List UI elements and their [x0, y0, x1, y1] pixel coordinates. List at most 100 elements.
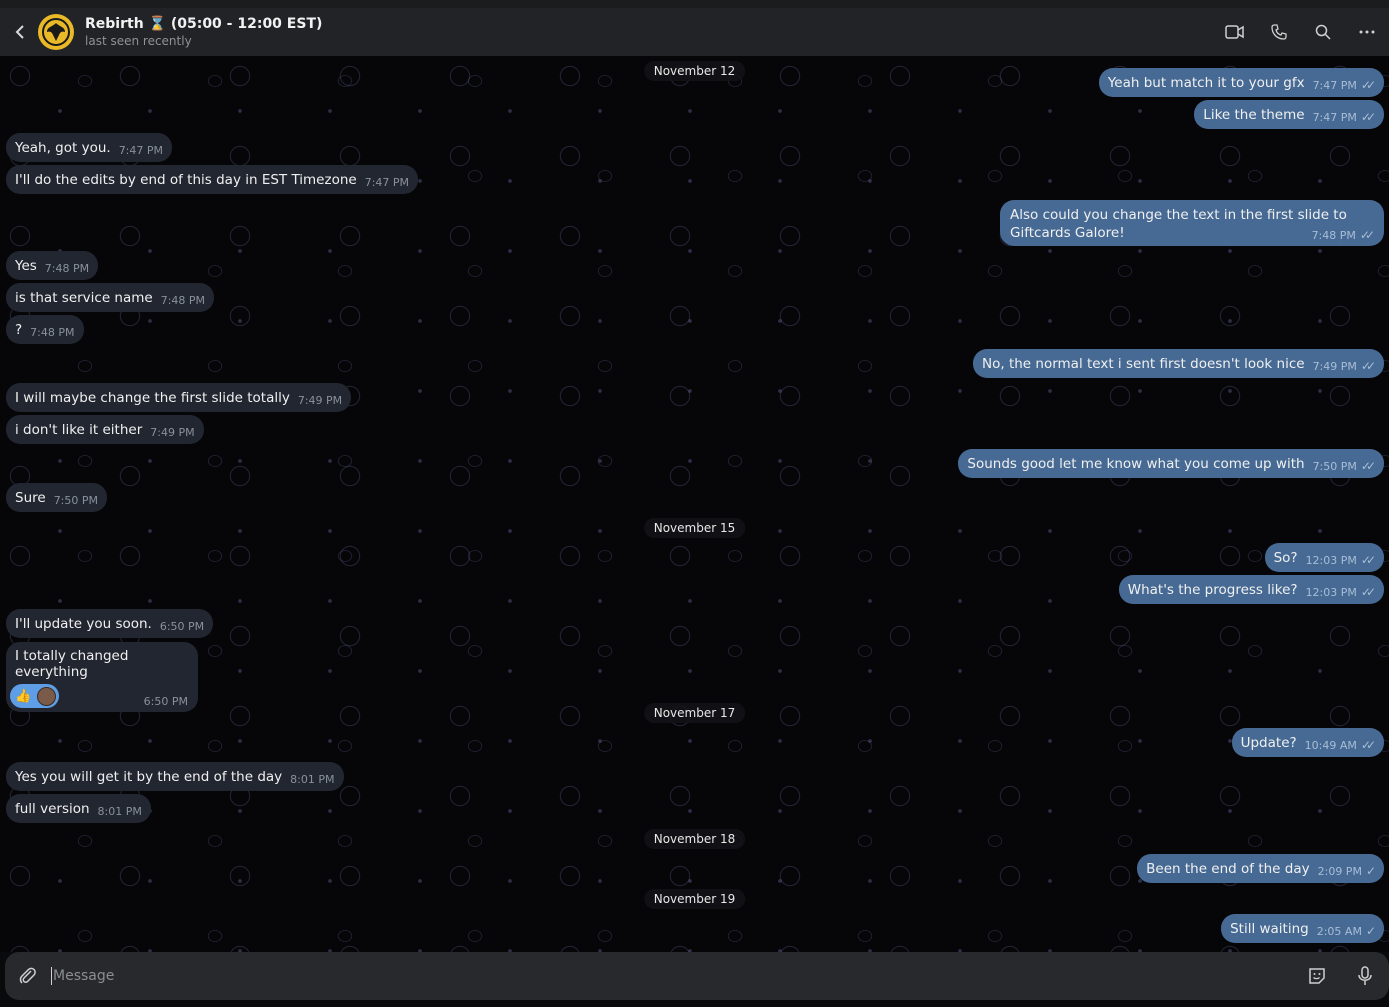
message-outgoing[interactable]: Yeah but match it to your gfx 7:47 PM ✓✓ [1098, 68, 1384, 97]
message-time: 7:50 PM [1312, 459, 1357, 473]
message-incoming[interactable]: i don't like it either 7:49 PM [6, 415, 204, 444]
read-check-icon: ✓✓ [1360, 458, 1376, 473]
attach-button[interactable] [5, 966, 51, 986]
message-incoming[interactable]: Yeah, got you. 7:47 PM [6, 133, 173, 162]
video-call-icon [1225, 25, 1244, 39]
voice-message-button[interactable] [1341, 966, 1389, 986]
message-time: 7:48 PM [30, 325, 75, 339]
message-time: 7:47 PM [1312, 78, 1357, 92]
message-outgoing[interactable]: Update? 10:49 AM ✓✓ [1231, 728, 1384, 757]
message-time: 7:49 PM [150, 425, 195, 439]
read-check-icon: ✓✓ [1360, 737, 1376, 752]
message-time: 8:01 PM [97, 804, 142, 818]
message-time: 7:47 PM [364, 175, 410, 189]
date-separator: November 17 [643, 703, 746, 723]
message-input[interactable] [51, 967, 1293, 985]
read-check-icon: ✓✓ [1360, 77, 1376, 92]
video-call-button[interactable] [1213, 8, 1257, 56]
message-incoming[interactable]: I'll do the edits by end of this day in … [6, 165, 419, 194]
message-text: I totally changed everything [15, 648, 129, 680]
message-time: 12:03 PM [1305, 553, 1357, 567]
chat-status: last seen recently [85, 34, 192, 48]
message-incoming[interactable]: I totally changed everything 👍 6:50 PM [6, 642, 198, 712]
microphone-icon [1358, 966, 1372, 985]
message-text: I'll update you soon. [15, 615, 152, 632]
read-check-icon: ✓✓ [1360, 584, 1376, 599]
sticker-icon [1309, 968, 1325, 984]
date-separator: November 15 [643, 518, 746, 538]
more-icon [1359, 30, 1375, 34]
message-outgoing[interactable]: What's the progress like? 12:03 PM ✓✓ [1118, 575, 1384, 604]
message-time: 2:05 AM [1316, 924, 1362, 938]
message-time: 7:47 PM [118, 143, 164, 157]
message-time: 7:48 PM [44, 261, 90, 275]
date-separator: November 12 [643, 61, 746, 81]
message-incoming[interactable]: is that service name 7:48 PM [6, 283, 215, 312]
message-time: 8:01 PM [290, 772, 335, 786]
message-incoming[interactable]: Yes you will get it by the end of the da… [6, 762, 344, 791]
message-text: Yeah, got you. [15, 139, 111, 156]
message-text: Still waiting [1230, 920, 1309, 937]
message-time: 7:49 PM [297, 393, 343, 407]
message-time: 10:49 AM [1304, 738, 1357, 752]
window-top-strip [0, 0, 1389, 8]
message-time: 6:50 PM [143, 695, 188, 708]
reaction-badge[interactable]: 👍 [10, 684, 60, 708]
message-text: I will maybe change the first slide tota… [15, 389, 290, 406]
read-check-icon: ✓✓ [1360, 552, 1376, 567]
message-text: ? [15, 321, 23, 338]
message-time: 7:48 PM [160, 293, 206, 307]
message-composer [5, 952, 1389, 1000]
message-time: 7:50 PM [53, 493, 99, 507]
message-text: What's the progress like? [1127, 581, 1298, 598]
message-time: 7:47 PM [1312, 110, 1357, 124]
message-outgoing[interactable]: No, the normal text i sent first doesn't… [973, 349, 1384, 378]
read-check-icon: ✓✓ [1360, 358, 1376, 373]
message-text: Sure [15, 489, 46, 506]
message-outgoing[interactable]: Been the end of the day 2:09 PM ✓ [1137, 854, 1384, 883]
more-button[interactable] [1345, 8, 1389, 56]
read-check-icon: ✓✓ [1359, 228, 1375, 242]
message-text: So? [1273, 549, 1298, 566]
reactor-avatar [37, 686, 57, 706]
message-time: 7:49 PM [1312, 359, 1357, 373]
message-time: 7:48 PM [1311, 229, 1356, 242]
phoenix-logo-icon [42, 18, 70, 46]
phone-icon [1271, 24, 1287, 40]
date-separator: November 18 [643, 829, 746, 849]
message-time: 6:50 PM [159, 619, 205, 633]
message-incoming[interactable]: I will maybe change the first slide tota… [6, 383, 352, 412]
thumbs-up-icon: 👍 [15, 688, 32, 704]
message-outgoing[interactable]: Sounds good let me know what you come up… [958, 449, 1384, 478]
message-text: Like the theme [1203, 106, 1305, 123]
search-button[interactable] [1301, 8, 1345, 56]
message-incoming[interactable]: Yes 7:48 PM [6, 251, 99, 280]
message-incoming[interactable]: full version 8:01 PM [6, 794, 151, 823]
message-incoming[interactable]: ? 7:48 PM [6, 315, 84, 344]
message-incoming[interactable]: I'll update you soon. 6:50 PM [6, 609, 214, 638]
message-text: i don't like it either [15, 421, 143, 438]
message-incoming[interactable]: Sure 7:50 PM [6, 483, 108, 512]
sent-check-icon: ✓ [1365, 863, 1376, 878]
chat-title[interactable]: Rebirth ⌛ (05:00 - 12:00 EST) [85, 15, 322, 33]
message-text: Yes [15, 257, 37, 274]
avatar[interactable] [38, 14, 74, 50]
message-text: Yes you will get it by the end of the da… [15, 768, 283, 785]
search-icon [1315, 24, 1331, 40]
message-text: full version [15, 800, 90, 817]
phone-call-button[interactable] [1257, 8, 1301, 56]
message-text: Update? [1240, 734, 1297, 751]
read-check-icon: ✓✓ [1360, 109, 1376, 124]
message-outgoing[interactable]: Also could you change the text in the fi… [1000, 200, 1384, 246]
message-text: is that service name [15, 289, 153, 306]
message-list[interactable]: November 12 November 15 November 17 Nove… [0, 56, 1389, 952]
back-arrow-icon [15, 25, 24, 39]
message-outgoing[interactable]: So? 12:03 PM ✓✓ [1264, 543, 1384, 572]
paperclip-icon [19, 967, 36, 984]
message-text: Been the end of the day [1146, 860, 1310, 877]
sent-check-icon: ✓ [1365, 923, 1376, 938]
sticker-button[interactable] [1293, 966, 1341, 986]
back-button[interactable] [0, 8, 40, 56]
message-outgoing[interactable]: Like the theme 7:47 PM ✓✓ [1194, 100, 1384, 129]
message-outgoing[interactable]: Still waiting 2:05 AM ✓ [1221, 914, 1384, 943]
